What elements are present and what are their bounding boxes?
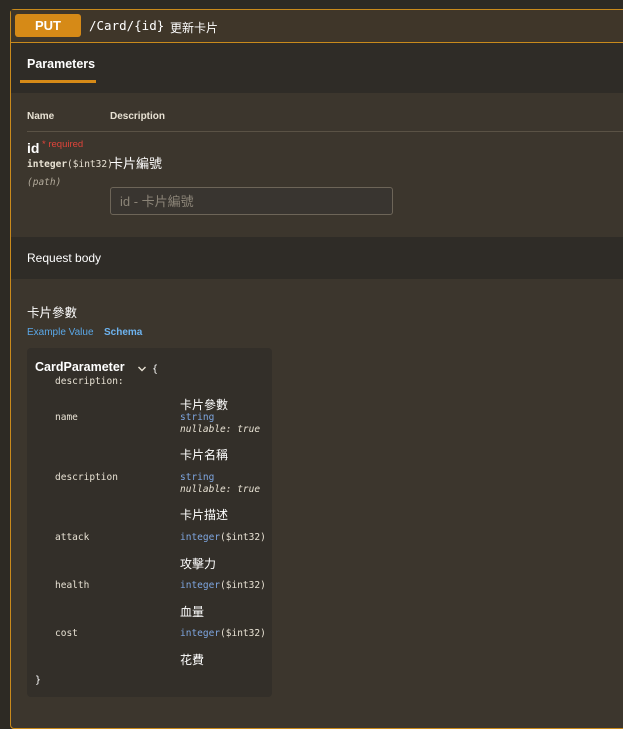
prop-key: health [55,580,90,591]
brace-open: { [152,364,159,375]
brace-close: } [35,675,42,686]
prop-description: 攻擊力 [180,557,217,571]
prop-key: name [55,412,78,423]
prop-type: integer($int32) [180,628,266,639]
opblock-summary[interactable]: PUT /Card/{id} 更新卡片 [11,10,623,43]
request-body-description: 卡片參數 [27,306,78,320]
prop-key: description [55,472,118,483]
prop-nullable: nullable: true [180,484,261,495]
param-name: id [27,140,40,156]
model-name[interactable]: CardParameter [35,360,125,374]
prop-format: ($int32) [220,580,266,591]
param-format: ($int32) [67,159,113,170]
prop-type: string [180,412,215,423]
tab-example-value[interactable]: Example Value [27,327,94,338]
tab-parameters[interactable]: Parameters [27,57,95,71]
endpoint-path[interactable]: /Card/{id} [89,18,164,33]
schema-model-box: CardParameter { description: 卡片參數 name s… [27,348,272,697]
prop-type-name: integer [180,532,221,543]
column-header-name: Name [27,111,55,122]
column-header-description: Description [110,111,166,122]
required-badge: * required [42,139,84,150]
prop-format: ($int32) [220,628,266,639]
prop-description: 花費 [180,653,205,667]
prop-type: integer($int32) [180,580,266,591]
id-input[interactable] [110,187,393,215]
method-badge[interactable]: PUT [15,14,81,37]
opblock-put: PUT /Card/{id} 更新卡片 Parameters Name Desc… [10,9,623,729]
request-body-section-header: Request body [11,237,623,279]
prop-description: 卡片描述 [180,508,229,522]
param-description: 卡片編號 [110,156,163,171]
tab-schema[interactable]: Schema [104,327,142,338]
divider [27,131,623,132]
prop-key: attack [55,532,90,543]
param-type: integer($int32) [27,159,113,170]
prop-type-name: integer [180,628,221,639]
prop-type-name: integer [180,580,221,591]
tab-active-indicator [20,80,96,83]
prop-format: ($int32) [220,532,266,543]
param-location: (path) [27,177,62,188]
endpoint-summary[interactable]: 更新卡片 [170,19,218,36]
prop-type: string [180,472,215,483]
prop-description: 血量 [180,605,205,619]
prop-key: description: [55,376,124,387]
parameters-section-header: Parameters [11,43,623,93]
prop-type: integer($int32) [180,532,266,543]
prop-description: 卡片名稱 [180,448,229,462]
chevron-down-icon[interactable] [137,364,147,374]
prop-description: 卡片參數 [180,398,229,412]
prop-nullable: nullable: true [180,424,261,435]
prop-key: cost [55,628,78,639]
request-body-title: Request body [27,251,102,265]
param-type-name: integer [27,159,68,170]
